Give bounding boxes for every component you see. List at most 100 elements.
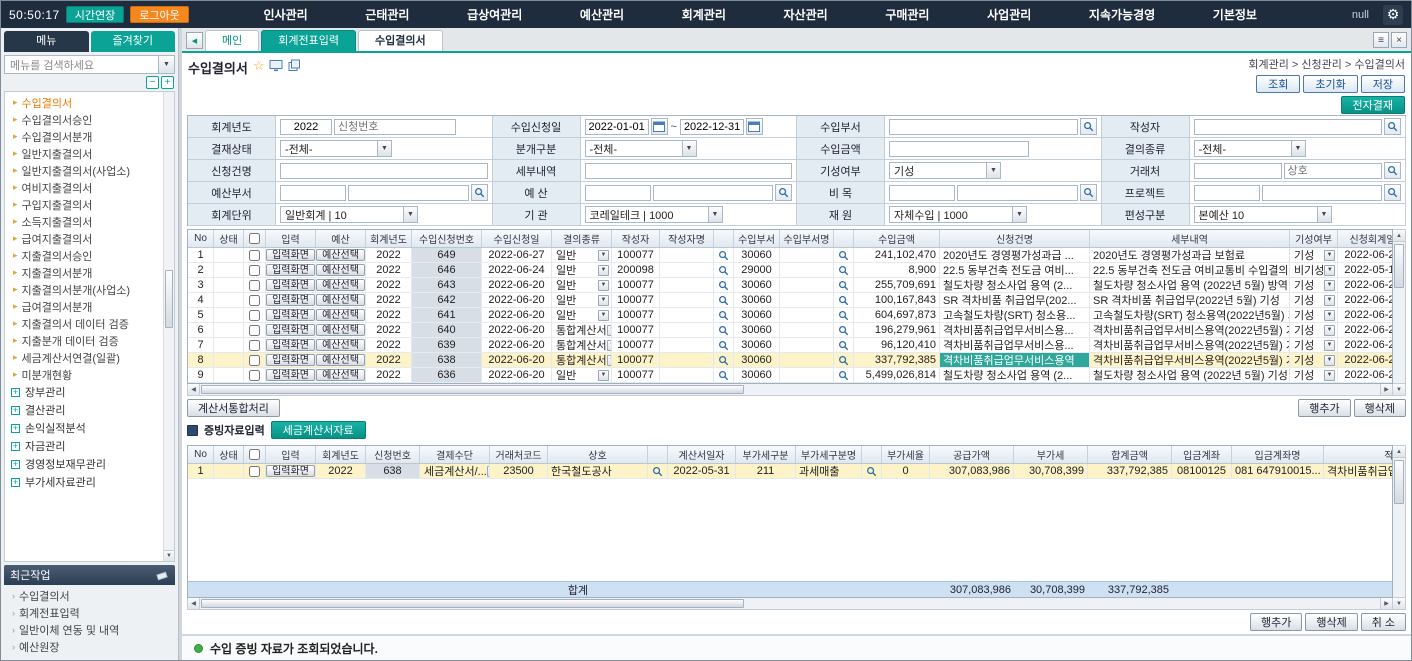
sidebar-group[interactable]: + 자금관리 <box>5 437 162 455</box>
column-header-req_no[interactable]: 수입신청번호 <box>412 230 482 247</box>
search-icon[interactable] <box>834 293 854 307</box>
column-header-supply[interactable]: 공급가액 <box>930 446 1014 463</box>
scroll-down-arrow-icon[interactable]: ▼ <box>1393 383 1405 395</box>
cell-year[interactable]: 2022 <box>366 293 412 307</box>
column-header-acct_date[interactable]: 신청회계일 <box>1338 230 1393 247</box>
cell-acct_date[interactable]: 2022-06-20 <box>1338 278 1393 292</box>
row-checkbox[interactable] <box>249 355 260 366</box>
column-header-s2[interactable] <box>834 230 854 247</box>
table-row[interactable]: 2입력화면예산선택20226462022-06-24일반▼20009829000… <box>188 263 1392 278</box>
column-header-account_name[interactable]: 입금계좌명 <box>1232 446 1324 463</box>
search-icon[interactable] <box>1384 184 1401 201</box>
search-icon[interactable] <box>1080 118 1097 135</box>
input-btn-button[interactable]: 입력화면 <box>266 279 315 291</box>
tab-close-button[interactable]: × <box>1391 32 1407 48</box>
column-header-req_no[interactable]: 신청번호 <box>366 446 420 463</box>
cell-type[interactable]: 일반▼ <box>552 263 612 277</box>
scroll-right-arrow-icon[interactable]: ▶ <box>1380 384 1392 395</box>
cell-budget_btn[interactable]: 예산선택 <box>316 353 366 367</box>
cell-dept_name[interactable] <box>780 353 834 367</box>
table-row[interactable]: 6입력화면예산선택20226402022-06-20통합계산서▼10007730… <box>188 323 1392 338</box>
cell-input_btn[interactable]: 입력화면 <box>266 248 316 262</box>
cell-account[interactable]: 08100125 <box>1172 464 1232 478</box>
column-header-year[interactable]: 회계년도 <box>316 446 366 463</box>
sidebar-item[interactable]: ▸ 구입지출결의서 <box>5 196 162 213</box>
row-checkbox[interactable] <box>249 340 260 351</box>
cell-date[interactable]: 2022-06-20 <box>482 338 552 352</box>
cell-title[interactable]: 철도차량 청소사업 용역 (2... <box>940 278 1090 292</box>
column-header-payment[interactable]: 결제수단 <box>420 446 490 463</box>
cell-writer_name[interactable] <box>660 323 714 337</box>
cell-vat[interactable]: 30,708,399 <box>1014 464 1088 478</box>
row-checkbox[interactable] <box>249 280 260 291</box>
cell-dept_name[interactable] <box>780 263 834 277</box>
column-header-completion[interactable]: 기성여부 <box>1290 230 1338 247</box>
column-header-note[interactable]: 적요 <box>1324 446 1393 463</box>
cell-no[interactable]: 1 <box>188 248 214 262</box>
cell-vat_name[interactable]: 과세매출 <box>796 464 862 478</box>
cell-completion[interactable]: 기성▼ <box>1290 248 1338 262</box>
cell-completion[interactable]: 기성▼ <box>1290 338 1338 352</box>
cell-payment[interactable]: 세금계산서/...▼ <box>420 464 490 478</box>
cell-dept[interactable]: 30060 <box>734 323 780 337</box>
column-header-detail[interactable]: 세부내역 <box>1090 230 1290 247</box>
row-checkbox[interactable] <box>249 325 260 336</box>
input-btn-button[interactable]: 입력화면 <box>266 339 315 351</box>
cell-type[interactable]: 일반▼ <box>552 278 612 292</box>
cell-year[interactable]: 2022 <box>366 248 412 262</box>
cell-status[interactable] <box>214 323 244 337</box>
cell-account_name[interactable]: 081 647910015... <box>1232 464 1324 478</box>
cell-type[interactable]: 통합계산서▼ <box>552 338 612 352</box>
cell-status[interactable] <box>214 293 244 307</box>
cell-req_no[interactable]: 641 <box>412 308 482 322</box>
cell-input_btn[interactable]: 입력화면 <box>266 263 316 277</box>
expand-all-button[interactable]: + <box>161 76 174 89</box>
cell-input_btn[interactable]: 입력화면 <box>266 278 316 292</box>
cell-detail[interactable]: SR 격차비품 취급업무(2022년 5월) 기성 <box>1090 293 1290 307</box>
cell-no[interactable]: 2 <box>188 263 214 277</box>
search-icon[interactable] <box>714 338 734 352</box>
cell-amount[interactable]: 8,900 <box>854 263 940 277</box>
cell-acct_date[interactable]: 2022-06-20 <box>1338 338 1393 352</box>
table-row[interactable]: 9입력화면예산선택20226362022-06-20일반▼10007730060… <box>188 368 1392 383</box>
gear-icon[interactable]: ⚙ <box>1383 5 1403 25</box>
cell-vat_code[interactable]: 211 <box>736 464 796 478</box>
writer-input[interactable] <box>1194 119 1383 135</box>
sidebar-item[interactable]: ▸ 미분개현황 <box>5 366 162 383</box>
cell-status[interactable] <box>214 248 244 262</box>
calendar-icon[interactable] <box>746 118 763 135</box>
account-unit-select[interactable]: 일반회계 | 10 ▼ <box>280 206 418 223</box>
column-header-writer_name[interactable]: 작성자명 <box>660 230 714 247</box>
cell-dept_name[interactable] <box>780 338 834 352</box>
input-btn-button[interactable]: 입력화면 <box>266 354 315 366</box>
cell-writer[interactable]: 100077 <box>612 353 660 367</box>
cell-req_no[interactable]: 646 <box>412 263 482 277</box>
cell-writer_name[interactable] <box>660 368 714 382</box>
vertical-scrollbar[interactable]: ▲ ▼ <box>1393 445 1406 610</box>
search-icon[interactable] <box>1080 184 1097 201</box>
cell-writer_name[interactable] <box>660 308 714 322</box>
request-title-input[interactable] <box>280 163 488 179</box>
cell-acct_date[interactable]: 2022-06-20 <box>1338 323 1393 337</box>
cell-status[interactable] <box>214 368 244 382</box>
search-icon[interactable] <box>834 263 854 277</box>
cell-date[interactable]: 2022-06-20 <box>482 308 552 322</box>
cell-title[interactable]: 2020년도 경영평가성과급 ... <box>940 248 1090 262</box>
delete-row-button[interactable]: 행삭제 <box>1354 399 1406 417</box>
sidebar-item[interactable]: ▸ 지출결의서승인 <box>5 247 162 264</box>
fiscal-year-input[interactable] <box>280 119 332 135</box>
cell-detail[interactable]: 격차비품취급업무서비스용역(2022년5월) 기성 <box>1090 323 1290 337</box>
cell-title[interactable]: SR 격차비품 취급업무(202... <box>940 293 1090 307</box>
cell-budget_btn[interactable]: 예산선택 <box>316 278 366 292</box>
input-btn-button[interactable]: 입력화면 <box>266 369 315 381</box>
input-btn-button[interactable]: 입력화면 <box>266 264 315 276</box>
cell-completion[interactable]: 기성▼ <box>1290 353 1338 367</box>
column-header-year[interactable]: 회계년도 <box>366 230 412 247</box>
cell-dept[interactable]: 30060 <box>734 368 780 382</box>
cell-status[interactable] <box>214 464 244 478</box>
sidebar-item[interactable]: ▸ 세금계산서연결(일괄) <box>5 349 162 366</box>
cell-dept_name[interactable] <box>780 278 834 292</box>
row-checkbox[interactable] <box>249 370 260 381</box>
column-header-vat_rate[interactable]: 부가세율 <box>882 446 930 463</box>
search-icon[interactable] <box>648 464 668 478</box>
